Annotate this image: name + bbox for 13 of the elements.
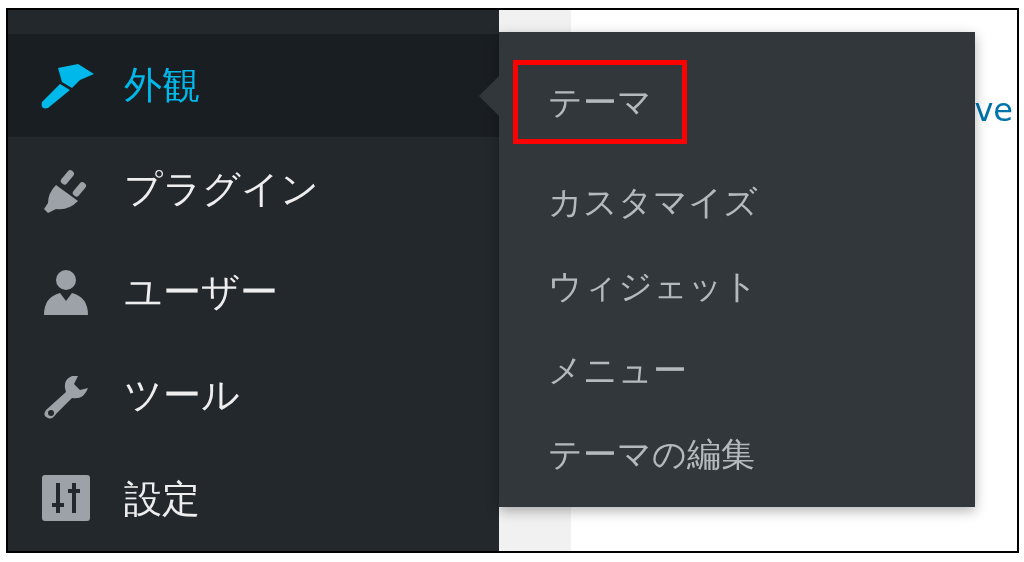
link-text[interactable]: ve bbox=[974, 86, 1013, 134]
sidebar-item[interactable]: ツール bbox=[8, 344, 499, 448]
sidebar-item[interactable]: 外観 bbox=[8, 34, 499, 138]
submenu-item[interactable]: カスタマイズ bbox=[513, 160, 793, 244]
submenu-item[interactable]: ウィジェット bbox=[513, 244, 793, 328]
sidebar-item[interactable]: ユーザー bbox=[8, 240, 499, 345]
submenu-item[interactable]: メニュー bbox=[513, 328, 722, 412]
submenu-item[interactable]: テーマ bbox=[513, 60, 687, 144]
sidebar-item[interactable]: プラグイン bbox=[8, 137, 499, 241]
user-icon bbox=[42, 268, 90, 317]
settings-icon bbox=[42, 475, 90, 524]
sidebar-item[interactable]: 設定 bbox=[8, 447, 499, 551]
submenu-item[interactable]: テーマの編集 bbox=[513, 412, 790, 496]
